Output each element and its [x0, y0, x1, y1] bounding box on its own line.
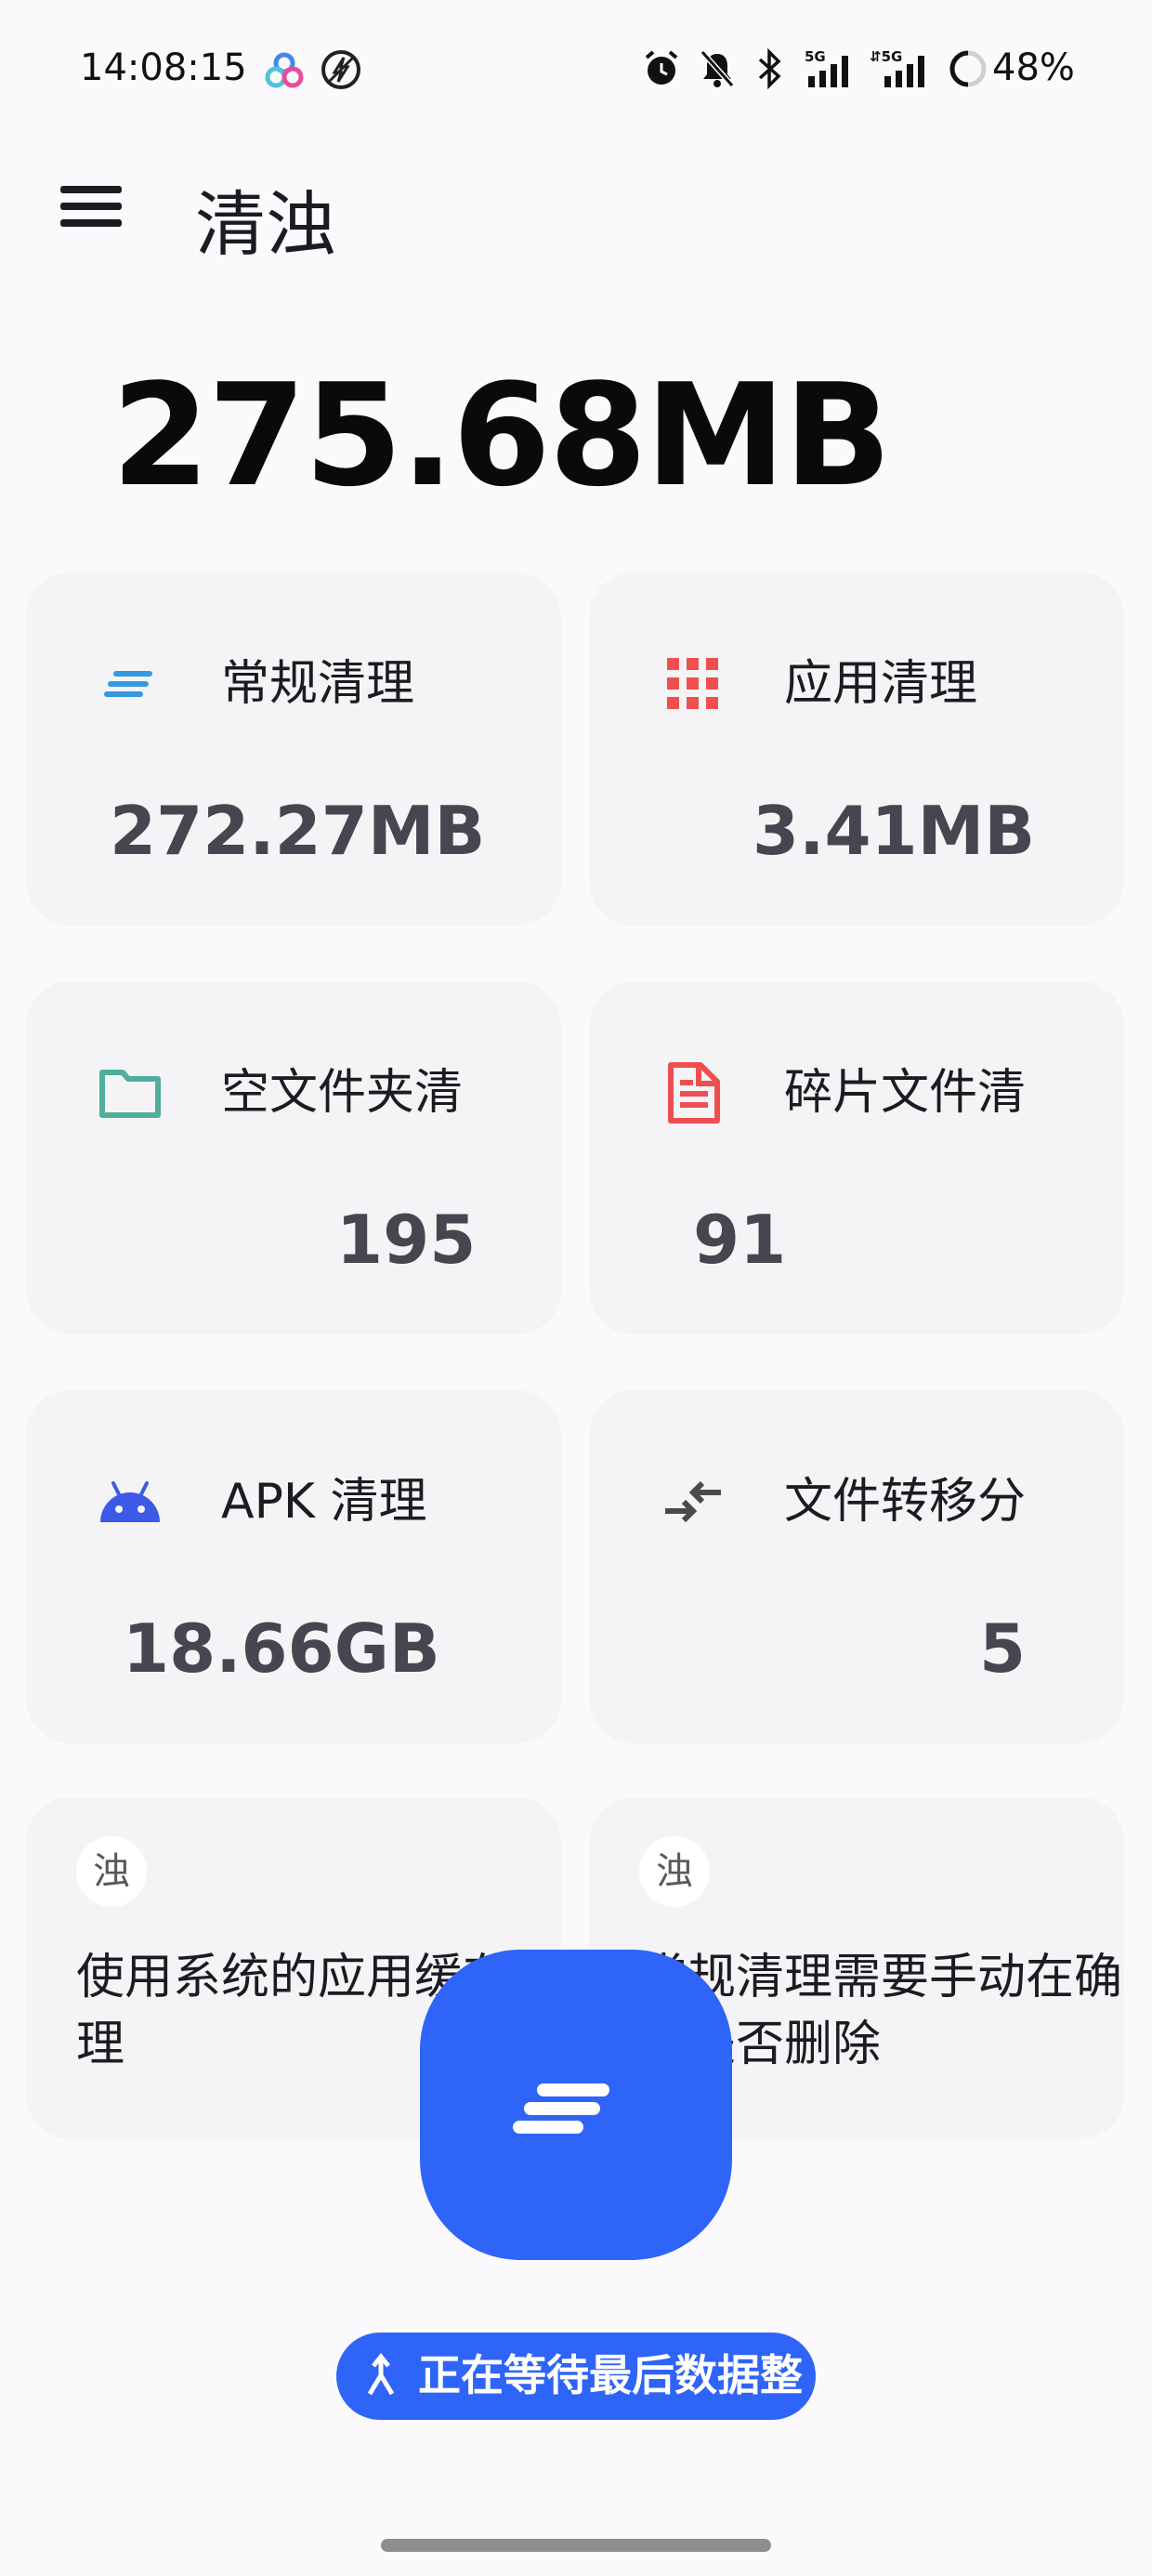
- swap-arrows-icon: [665, 1480, 721, 1523]
- document-icon: [668, 1062, 720, 1124]
- bluetooth-icon: [758, 48, 781, 89]
- card-value: 91: [693, 1201, 787, 1279]
- card-apk-clean[interactable]: APK 清理 18.66GB: [26, 1390, 561, 1743]
- card-label: 常规清理: [221, 656, 415, 712]
- card-label: 空文件夹清: [221, 1065, 464, 1121]
- status-time: 14:08:15: [80, 46, 247, 89]
- bell-off-icon: [700, 50, 735, 87]
- card-label: 碎片文件清: [784, 1065, 1027, 1121]
- card-value: 195: [336, 1201, 477, 1279]
- card-app-clean[interactable]: 应用清理 3.41MB: [589, 572, 1124, 926]
- status-bar: 14:08:15 5G ⇵5G 48%: [0, 37, 1152, 102]
- home-indicator[interactable]: [381, 2539, 771, 2552]
- avatar: 浊: [639, 1836, 710, 1907]
- card-fragment-clean[interactable]: 碎片文件清 91: [589, 981, 1124, 1334]
- app-screen: 14:08:15 5G ⇵5G 48% 清浊 275.68MB 常规清理 272…: [0, 0, 1152, 2576]
- cloud-app-icon: [265, 52, 304, 88]
- merge-arrow-icon: [367, 2353, 395, 2396]
- card-regular-clean[interactable]: 常规清理 272.27MB: [26, 572, 561, 926]
- grid-apps-icon: [667, 658, 718, 709]
- svg-text:5G: 5G: [805, 48, 826, 65]
- folder-icon: [99, 1070, 161, 1118]
- card-value: 18.66GB: [123, 1610, 440, 1688]
- signal-5g-2-icon: ⇵5G: [870, 48, 924, 87]
- card-label: APK 清理: [221, 1474, 427, 1530]
- page-title: 清浊: [195, 183, 336, 266]
- avatar-text: 浊: [93, 1850, 130, 1893]
- card-value: 5: [979, 1610, 1027, 1688]
- status-chip-text: 正在等待最后数据整: [418, 2350, 803, 2400]
- hamburger-menu-icon[interactable]: [46, 167, 136, 242]
- avatar-text: 浊: [656, 1850, 693, 1893]
- svg-text:⇵5G: ⇵5G: [870, 48, 902, 65]
- card-value: 272.27MB: [110, 792, 486, 870]
- no-charge-icon: [321, 50, 360, 89]
- card-value: 3.41MB: [753, 792, 1036, 870]
- card-file-transfer[interactable]: 文件转移分 5: [589, 1390, 1124, 1743]
- alarm-icon: [645, 50, 678, 85]
- clean-fab-button[interactable]: [420, 1950, 732, 2260]
- status-chip: 正在等待最后数据整: [336, 2333, 816, 2420]
- battery-percent: 48%: [992, 46, 1075, 89]
- battery-ring-icon: [949, 50, 987, 87]
- avatar: 浊: [76, 1836, 147, 1907]
- card-label: 应用清理: [784, 656, 978, 712]
- android-icon: [100, 1481, 160, 1522]
- total-size: 275.68MB: [111, 353, 892, 518]
- sort-lines-icon: [104, 671, 152, 697]
- card-label: 文件转移分: [784, 1474, 1027, 1530]
- signal-5g-icon: 5G: [805, 48, 848, 87]
- card-empty-folder-clean[interactable]: 空文件夹清 195: [26, 981, 561, 1334]
